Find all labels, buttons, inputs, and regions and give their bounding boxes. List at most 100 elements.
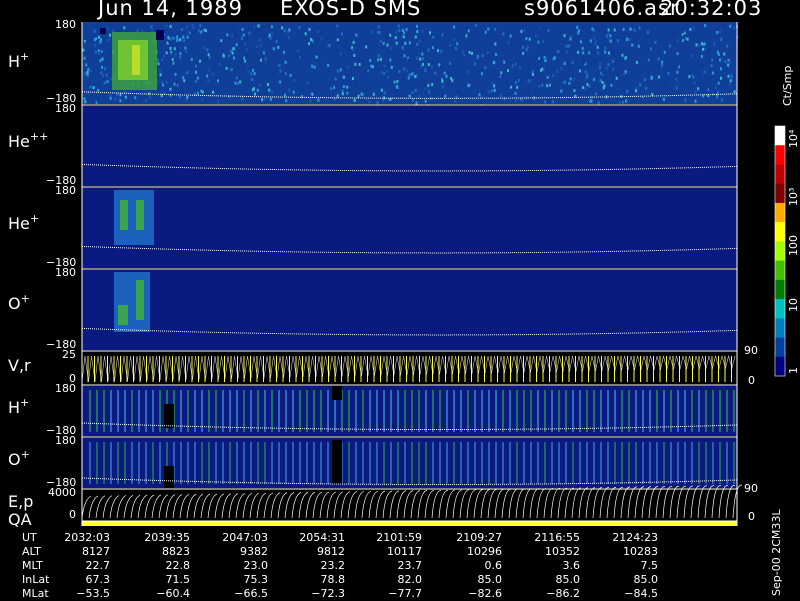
h-plus-count-cell	[427, 63, 430, 67]
h-plus-count-cell	[421, 29, 424, 33]
ephemeris-value: 2116:55	[534, 531, 580, 544]
h-plus-count-cell	[667, 72, 670, 75]
h-plus-count-cell	[419, 57, 422, 61]
h-plus-count-cell	[589, 39, 592, 43]
h-plus-count-cell	[361, 79, 364, 83]
h-plus-count-cell	[733, 90, 736, 94]
h-plus-count-cell	[651, 92, 654, 96]
h-plus-count-cell	[580, 40, 582, 44]
h-plus-count-cell	[380, 70, 383, 74]
h-plus-count-cell	[135, 25, 138, 29]
h-plus-count-cell	[402, 35, 405, 39]
h-plus-count-cell	[398, 69, 401, 73]
colorbar-segment	[775, 145, 785, 165]
h-plus-count-cell	[424, 87, 427, 91]
h-plus-count-cell	[105, 73, 108, 77]
h-plus-count-cell	[527, 80, 530, 84]
h-plus-count-cell	[500, 71, 503, 75]
h-plus-count-cell	[596, 45, 599, 49]
h-plus-count-cell	[101, 57, 104, 61]
y-tick-top: 180	[55, 266, 76, 279]
h-plus-count-cell	[370, 29, 373, 33]
h-plus-count-cell	[173, 82, 176, 86]
h-plus-count-cell	[709, 86, 712, 90]
h-plus-count-cell	[556, 69, 559, 73]
right-tick-top: 90	[744, 344, 758, 357]
h-plus-count-cell	[264, 97, 267, 100]
h-plus-count-cell	[516, 63, 519, 66]
enhancement-patch	[136, 280, 144, 320]
h-plus-count-cell	[418, 39, 421, 43]
h-plus-count-cell	[236, 76, 238, 80]
h-plus-count-cell	[604, 46, 607, 50]
h-plus-count-cell	[250, 72, 253, 76]
h-plus-count-cell	[380, 57, 382, 61]
h-plus-count-cell	[403, 67, 406, 71]
h-plus-count-cell	[525, 48, 528, 52]
h-plus-count-cell	[494, 42, 497, 46]
h-plus-count-cell	[582, 86, 584, 90]
h-plus-count-cell	[336, 24, 339, 28]
h-plus-count-cell	[474, 62, 477, 66]
h-plus-count-cell	[502, 32, 505, 36]
h-plus-count-cell	[591, 27, 594, 31]
h-plus-count-cell	[546, 76, 549, 79]
h-plus-count-cell	[566, 50, 568, 54]
ephemeris-row-ut: UT 2032:03 2039:35 2047:03 2054:31 2101:59 210…	[0, 531, 760, 545]
h-plus-count-cell	[727, 58, 730, 62]
h-plus-count-cell	[404, 41, 407, 45]
h-plus-count-cell	[377, 58, 380, 62]
h-plus-count-cell	[690, 54, 693, 57]
h-plus-count-cell	[416, 24, 418, 28]
h-plus-count-cell	[169, 87, 172, 91]
h-plus-count-cell	[85, 63, 88, 67]
right-tick-top: 90	[744, 482, 758, 495]
h-plus-count-cell	[355, 93, 358, 97]
ephemeris-value: 85.0	[477, 573, 503, 586]
h-plus-count-cell	[729, 79, 732, 83]
h-plus-count-cell	[96, 99, 99, 103]
h-plus-count-cell	[284, 60, 287, 64]
h-plus-count-cell	[582, 61, 585, 64]
h-plus-count-cell	[601, 81, 604, 84]
h-plus-count-cell	[246, 55, 249, 59]
h-plus-count-cell	[271, 25, 273, 29]
h-plus-count-cell	[89, 85, 92, 89]
h-plus-count-cell	[510, 85, 513, 89]
h-plus-count-cell	[638, 26, 641, 30]
h-plus-count-cell	[234, 81, 237, 85]
h-plus-count-cell	[176, 38, 179, 42]
h-plus-count-cell	[526, 45, 529, 49]
h-plus-count-cell	[358, 63, 361, 66]
h-plus-count-cell	[494, 27, 497, 31]
ephemeris-value: 2047:03	[222, 531, 268, 544]
h-plus-count-cell	[292, 90, 295, 94]
h-plus-count-cell	[650, 76, 653, 80]
colorbar-segment	[775, 222, 785, 242]
h-plus-count-cell	[474, 39, 477, 42]
h-plus-count-cell	[271, 72, 274, 76]
data-gap-block	[332, 440, 342, 484]
h-plus-count-cell	[310, 49, 313, 52]
right-tick-bottom: 0	[748, 510, 755, 523]
h-plus-count-cell	[87, 67, 90, 71]
h-plus-count-cell	[676, 39, 679, 43]
h-plus-count-cell	[415, 101, 418, 105]
h-plus-count-cell	[176, 35, 179, 39]
h-plus-count-cell	[289, 74, 292, 77]
h-plus-count-cell	[414, 88, 417, 92]
h-plus-count-cell	[268, 33, 271, 37]
h-plus-count-cell	[523, 28, 526, 32]
h-plus-count-cell	[424, 99, 427, 103]
h-plus-count-cell	[440, 65, 443, 69]
h-plus-count-cell	[186, 71, 189, 75]
h-plus-count-cell	[194, 62, 197, 66]
h-plus-count-cell	[231, 47, 234, 51]
h-plus-count-cell	[402, 46, 405, 50]
h-plus-count-cell	[97, 51, 100, 55]
h-plus-count-cell	[694, 99, 697, 103]
h-plus-count-cell	[368, 100, 371, 104]
h-plus-count-cell	[598, 79, 601, 83]
h-plus-count-cell	[631, 89, 634, 93]
h-plus-count-cell	[684, 98, 687, 102]
